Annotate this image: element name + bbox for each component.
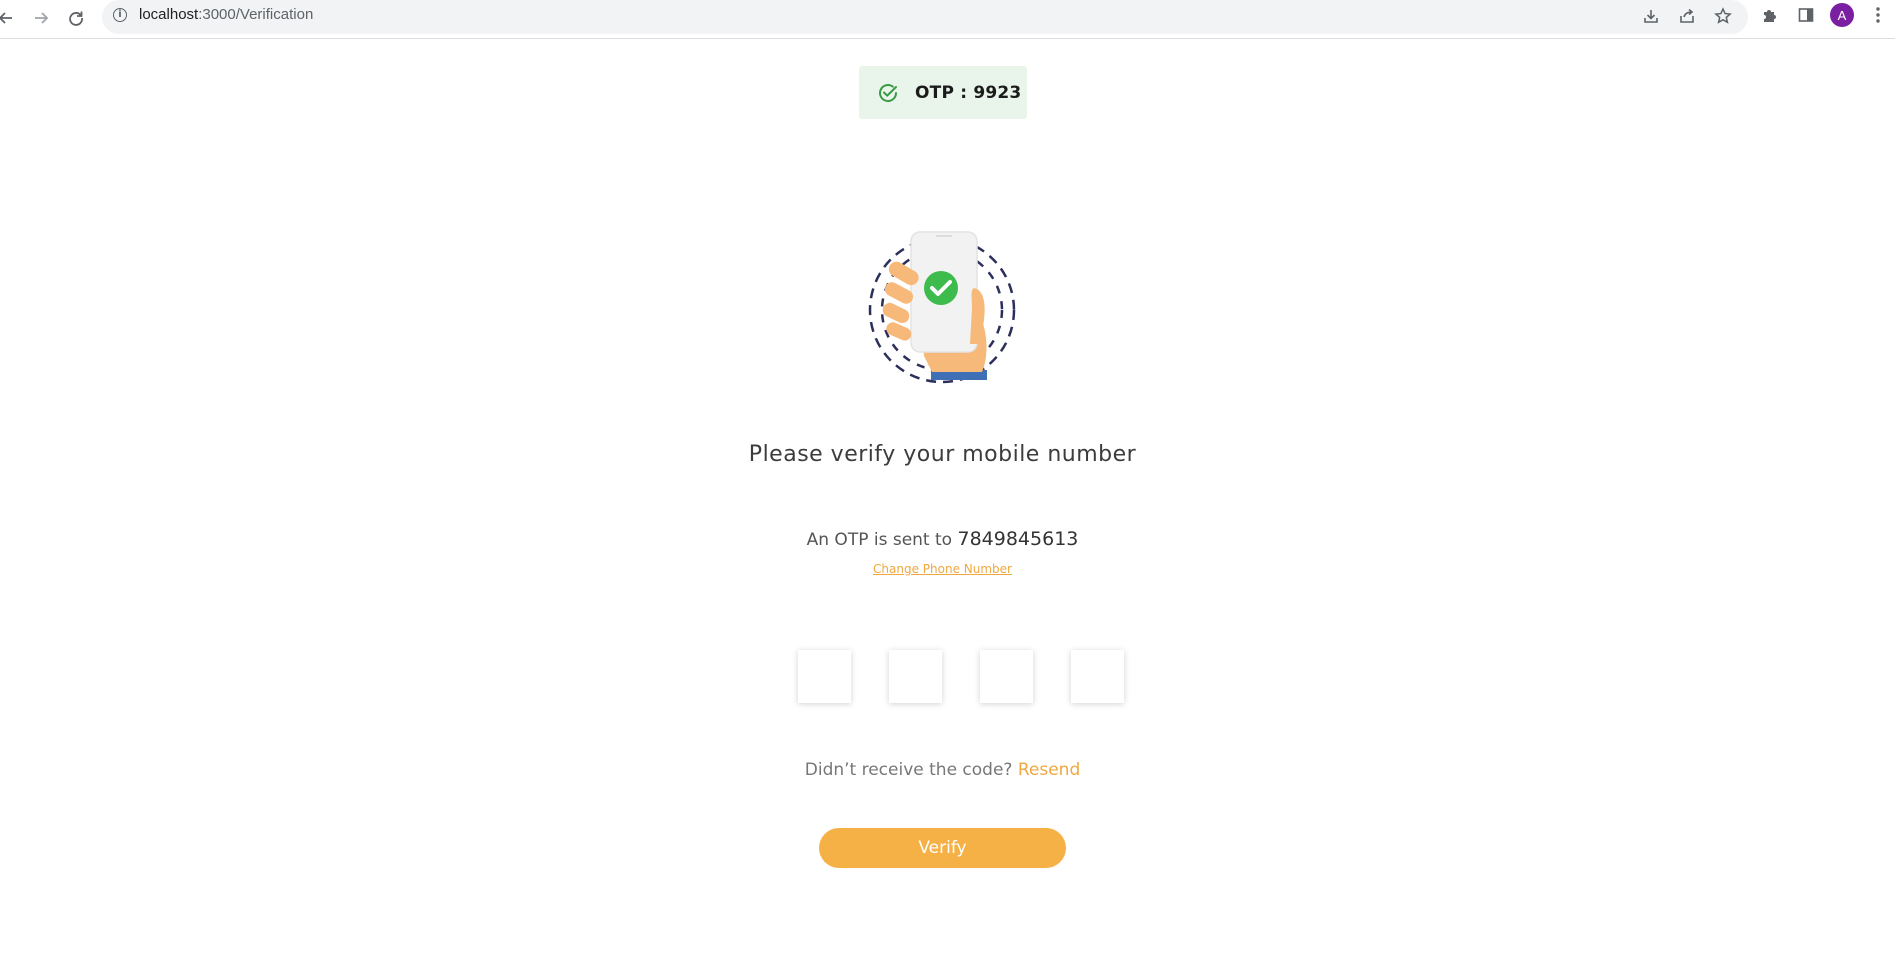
install-icon[interactable]	[1640, 5, 1662, 27]
phone-number: 7849845613	[957, 528, 1079, 550]
otp-input-group	[798, 650, 1124, 703]
browser-toolbar: i localhost:3000/Verification A	[0, 0, 1895, 39]
verify-button[interactable]: Verify	[819, 828, 1066, 868]
side-panel-icon[interactable]	[1794, 3, 1818, 27]
info-icon[interactable]: i	[113, 8, 127, 22]
back-arrow-icon[interactable]	[0, 4, 20, 32]
otp-toast: OTP : 9923	[859, 66, 1027, 119]
otp-toast-text: OTP : 9923	[915, 82, 1022, 103]
change-phone-container: Change Phone Number	[0, 558, 1885, 577]
otp-sent-prefix: An OTP is sent to	[806, 530, 953, 550]
change-phone-link[interactable]: Change Phone Number	[873, 562, 1012, 576]
reload-icon[interactable]	[62, 4, 90, 32]
url-text[interactable]: localhost:3000/Verification	[139, 6, 313, 23]
otp-digit-4[interactable]	[1071, 650, 1124, 703]
forward-arrow-icon[interactable]	[27, 4, 55, 32]
check-circle-icon	[879, 83, 897, 102]
phone-verification-illustration	[868, 231, 1016, 384]
share-icon[interactable]	[1676, 5, 1698, 27]
address-bar[interactable]: i localhost:3000/Verification	[102, 0, 1748, 34]
puzzle-icon[interactable]	[1758, 3, 1782, 27]
otp-digit-2[interactable]	[889, 650, 942, 703]
kebab-menu-icon[interactable]	[1866, 3, 1890, 27]
otp-sent-message: An OTP is sent to 7849845613	[0, 528, 1885, 550]
resend-message: Didn’t receive the code? Resend	[0, 760, 1885, 780]
star-icon[interactable]	[1712, 5, 1734, 27]
avatar[interactable]: A	[1830, 3, 1854, 27]
otp-digit-1[interactable]	[798, 650, 851, 703]
resend-prefix: Didn’t receive the code?	[804, 760, 1013, 780]
resend-link[interactable]: Resend	[1018, 760, 1080, 780]
otp-digit-3[interactable]	[980, 650, 1033, 703]
page-title: Please verify your mobile number	[748, 442, 1137, 467]
